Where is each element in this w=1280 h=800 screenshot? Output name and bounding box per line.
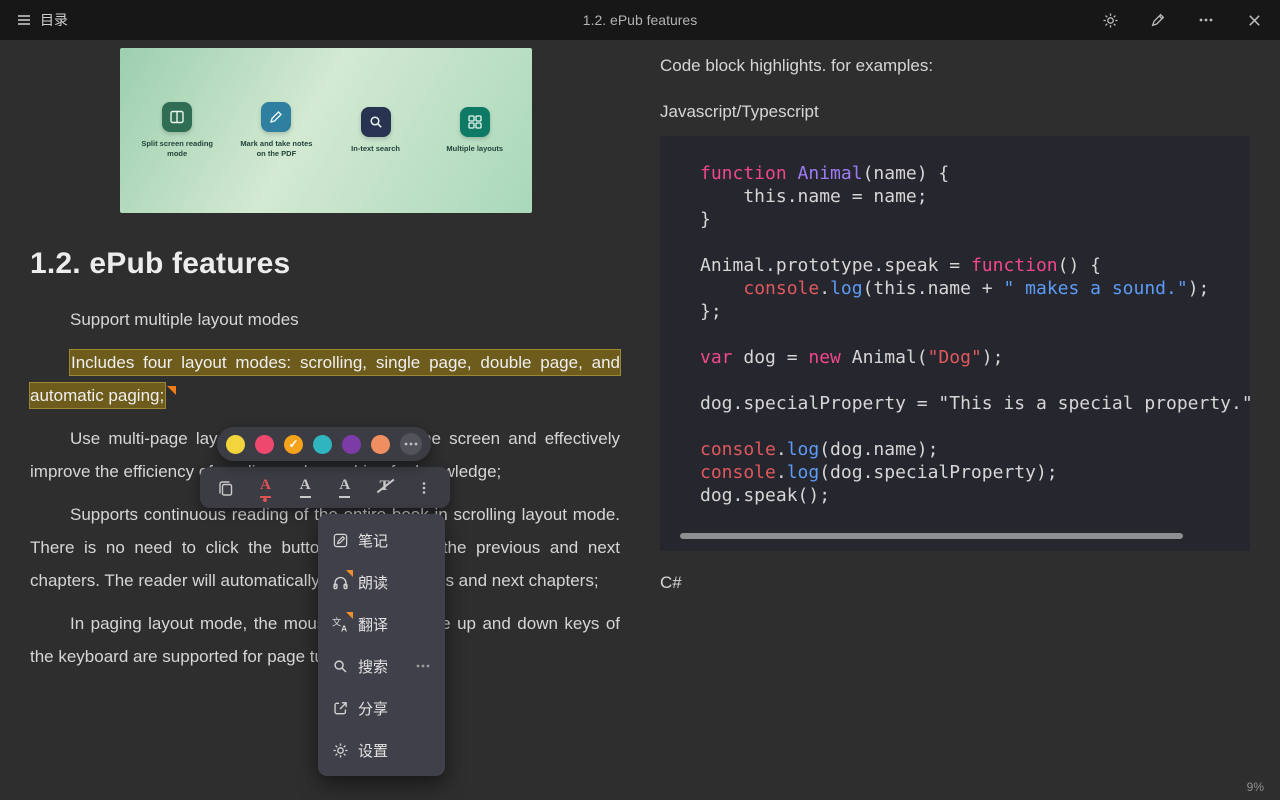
paragraph: Support multiple layout modes [30,303,620,336]
highlight-color-salmon[interactable] [371,435,390,454]
highlight-color-toolbar: ✓ [217,427,431,461]
reading-progress: 9% [1247,780,1264,794]
menu-item-translate[interactable]: 文A 翻译 [318,603,445,645]
paragraph: Javascript/Typescript [660,102,1250,122]
code-line: console.log(this.name + " makes a sound.… [700,277,1250,300]
code-line: function Animal(name) { [700,162,1250,185]
menu-item-note[interactable]: 笔记 [318,519,445,561]
premium-badge [346,612,353,619]
reading-page-right: Code block highlights. for examples: Jav… [660,40,1250,593]
code-content: function Animal(name) { this.name = name… [700,162,1250,507]
underline-dashed-icon[interactable]: A [331,473,359,503]
menu-item-read-aloud[interactable]: 朗读 [318,561,445,603]
note-icon [331,531,349,549]
share-icon [331,699,349,717]
toc-label: 目录 [40,10,68,30]
code-line: this.name = name; [700,185,1250,208]
feature-tile: Multiple layouts [433,107,517,155]
code-line [700,369,1250,392]
code-block: function Animal(name) { this.name = name… [660,136,1250,551]
translate-icon: 文A [331,615,349,633]
code-horizontal-scrollbar[interactable] [680,533,1183,539]
premium-badge [346,570,353,577]
feature-tile: In-text search [334,107,418,155]
highlight-color-teal[interactable] [313,435,332,454]
search-icon [331,657,349,675]
menu-item-label: 笔记 [358,530,388,551]
more-vertical-icon[interactable] [410,473,438,503]
gear-icon [331,741,349,759]
menu-item-label: 搜索 [358,656,388,677]
more-colors-button[interactable] [400,433,422,455]
menu-item-label: 分享 [358,698,388,719]
code-line [700,415,1250,438]
highlighted-paragraph: Includes four layout modes: scrolling, s… [30,346,620,412]
menu-item-label: 设置 [358,740,388,761]
topbar-actions [1100,10,1264,30]
menu-item-share[interactable]: 分享 [318,687,445,729]
selection-context-menu: 笔记朗读文A 翻译搜索分享设置 [318,514,445,776]
paragraph: C# [660,573,1250,593]
feature-tile-label: Split screen reading mode [138,139,216,160]
menu-item-label: 翻译 [358,614,388,635]
more-options-icon[interactable] [1196,10,1216,30]
code-line: console.log(dog.specialProperty); [700,461,1250,484]
feature-tile: Split screen reading mode [135,102,219,160]
feature-tile: Mark and take notes on the PDF [234,102,318,160]
topbar: 目录 1.2. ePub features [0,0,1280,40]
menu-item-label: 朗读 [358,572,388,593]
highlight-color-pink[interactable] [255,435,274,454]
code-line: }; [700,300,1250,323]
headphones-icon [331,573,349,591]
toc-button[interactable]: 目录 [16,10,68,30]
note-pen-icon [261,102,291,132]
highlight-note-marker [167,386,176,395]
settings-gear-icon[interactable] [1100,10,1120,30]
code-line [700,231,1250,254]
code-line: dog.specialProperty = "This is a special… [700,392,1250,415]
highlight-color-purple[interactable] [342,435,361,454]
format-toolbar: AAAT [200,467,450,508]
layouts-icon [460,107,490,137]
code-line [700,323,1250,346]
code-line: dog.speak(); [700,484,1250,507]
underline-solid-icon[interactable]: A [291,473,319,503]
svg-text:A: A [340,623,346,632]
highlight-color-orange[interactable]: ✓ [284,435,303,454]
highlight-color-yellow[interactable] [226,435,245,454]
copy-icon[interactable] [212,473,240,503]
code-line: Animal.prototype.speak = function() { [700,254,1250,277]
text-highlight[interactable]: Includes four layout modes: scrolling, s… [30,350,620,408]
chapter-title: 1.2. ePub features [583,12,697,28]
feature-tile-label: In-text search [337,144,415,155]
annotate-pen-icon[interactable] [1148,10,1168,30]
feature-tile-label: Multiple layouts [436,144,514,155]
more-options-icon[interactable] [414,657,432,675]
split-screen-icon [162,102,192,132]
clear-format-icon[interactable]: T [371,473,399,503]
feature-banner-image: Split screen reading mode Mark and take n… [120,48,532,213]
menu-item-search[interactable]: 搜索 [318,645,445,687]
underline-solid-red-icon[interactable]: A [251,473,279,503]
close-icon[interactable] [1244,10,1264,30]
code-line: } [700,208,1250,231]
menu-item-settings[interactable]: 设置 [318,729,445,771]
paragraph: Code block highlights. for examples: [660,56,1250,76]
feature-tile-label: Mark and take notes on the PDF [237,139,315,160]
page-heading: 1.2. ePub features [30,247,620,281]
code-line: var dog = new Animal("Dog"); [700,346,1250,369]
code-line: console.log(dog.name); [700,438,1250,461]
hamburger-icon [16,12,32,28]
search-tile-icon [361,107,391,137]
